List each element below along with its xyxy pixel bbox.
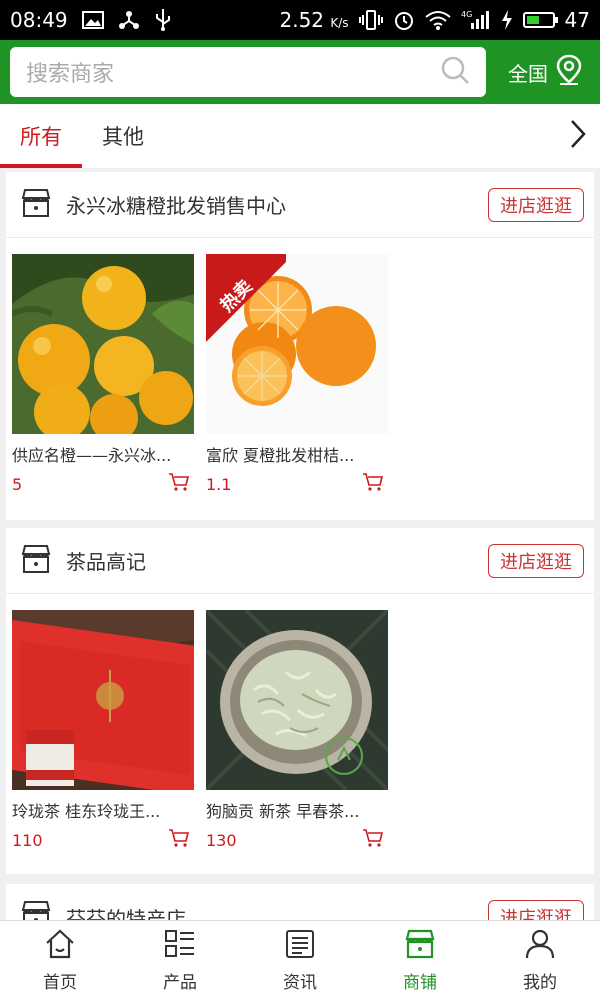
wifi-icon xyxy=(424,8,451,32)
product-image[interactable] xyxy=(206,610,388,790)
usb-icon xyxy=(154,8,172,32)
shop-header[interactable]: 茶品高记 进店逛逛 xyxy=(6,528,594,594)
store-icon xyxy=(20,899,52,920)
shop-header[interactable]: 永兴冰糖橙批发销售中心 进店逛逛 xyxy=(6,172,594,238)
product-title: 供应名橙——永兴冰... xyxy=(12,446,172,465)
product-card[interactable]: 狗脑贡 新茶 早春茶... 130 xyxy=(206,610,388,852)
nav-news-label: 资讯 xyxy=(283,972,317,993)
cart-icon[interactable] xyxy=(362,828,384,852)
product-list: 供应名橙——永兴冰... 5 热卖 富欣 夏橙批发柑桔... 1.1 xyxy=(6,238,594,496)
nav-profile[interactable]: 我的 xyxy=(480,921,600,1000)
alarm-icon xyxy=(393,8,415,32)
product-price: 130 xyxy=(206,830,237,850)
tab-all[interactable]: 所有 xyxy=(0,104,82,168)
nav-home[interactable]: 首页 xyxy=(0,921,120,1000)
shop-icon xyxy=(404,929,436,964)
svg-text:4G: 4G xyxy=(461,10,472,19)
store-icon xyxy=(20,543,52,579)
shop-card: 芬芬的特产店 进店逛逛 xyxy=(6,884,594,920)
vibrate-icon xyxy=(358,8,383,32)
charging-icon xyxy=(501,8,513,32)
shop-name: 茶品高记 xyxy=(66,550,146,574)
tab-other[interactable]: 其他 xyxy=(102,104,144,168)
location-pin-icon xyxy=(554,54,584,91)
product-card[interactable]: 供应名橙——永兴冰... 5 xyxy=(12,254,194,496)
search-box[interactable]: 搜索商家 xyxy=(10,47,486,97)
share-icon xyxy=(118,8,140,32)
product-price: 5 xyxy=(12,474,23,494)
status-bar: 08:49 2.52 K/s 4G 47 xyxy=(0,0,600,40)
image-icon xyxy=(81,8,104,32)
home-icon xyxy=(44,929,76,964)
network-speed: 2.52 K/s xyxy=(279,8,349,32)
chevron-right-icon[interactable] xyxy=(568,118,588,154)
bottom-nav: 首页 产品 资讯 商铺 我的 xyxy=(0,920,600,1000)
product-title: 狗脑贡 新茶 早春茶... xyxy=(206,802,360,821)
news-icon xyxy=(284,929,316,964)
product-list: 玲珑茶 桂东玲珑王... 110 狗脑贡 新茶 早春茶... 130 xyxy=(6,594,594,852)
product-list-icon xyxy=(164,929,196,964)
product-price: 1.1 xyxy=(206,474,232,494)
nav-profile-label: 我的 xyxy=(523,972,557,993)
product-card[interactable]: 玲珑茶 桂东玲珑王... 110 xyxy=(12,610,194,852)
nav-shops[interactable]: 商铺 xyxy=(360,921,480,1000)
cart-icon[interactable] xyxy=(168,472,190,496)
shop-list: 永兴冰糖橙批发销售中心 进店逛逛 供应名橙——永兴冰... 5 热卖 富欣 夏橙… xyxy=(0,168,600,920)
search-input[interactable]: 搜索商家 xyxy=(26,56,440,88)
battery-icon xyxy=(522,12,558,28)
header: 搜索商家 全国 xyxy=(0,40,600,104)
shop-card: 永兴冰糖橙批发销售中心 进店逛逛 供应名橙——永兴冰... 5 热卖 富欣 夏橙… xyxy=(6,172,594,520)
product-card[interactable]: 热卖 富欣 夏橙批发柑桔... 1.1 xyxy=(206,254,388,496)
region-selector[interactable]: 全国 xyxy=(508,54,590,91)
nav-products-label: 产品 xyxy=(163,972,197,993)
category-tabs: 所有 其他 xyxy=(0,104,600,168)
shop-card: 茶品高记 进店逛逛 玲珑茶 桂东玲珑王... 110 狗脑贡 新茶 早春茶...… xyxy=(6,528,594,874)
battery-level: 47 xyxy=(564,8,590,32)
visit-shop-button[interactable]: 进店逛逛 xyxy=(488,900,584,920)
nav-news[interactable]: 资讯 xyxy=(240,921,360,1000)
clock: 08:49 xyxy=(10,8,68,32)
cart-icon[interactable] xyxy=(362,472,384,496)
profile-icon xyxy=(524,929,556,964)
nav-home-label: 首页 xyxy=(43,972,77,993)
product-image[interactable]: 热卖 xyxy=(206,254,388,434)
cart-icon[interactable] xyxy=(168,828,190,852)
product-image[interactable] xyxy=(12,610,194,790)
visit-shop-button[interactable]: 进店逛逛 xyxy=(488,543,584,578)
nav-shops-label: 商铺 xyxy=(403,972,437,993)
product-image[interactable] xyxy=(12,254,194,434)
region-label: 全国 xyxy=(508,61,548,86)
search-icon[interactable] xyxy=(440,55,470,89)
shop-name: 芬芬的特产店 xyxy=(66,906,186,921)
store-icon xyxy=(20,187,52,223)
nav-products[interactable]: 产品 xyxy=(120,921,240,1000)
visit-shop-button[interactable]: 进店逛逛 xyxy=(488,187,584,222)
shop-header[interactable]: 芬芬的特产店 进店逛逛 xyxy=(6,884,594,920)
product-title: 玲珑茶 桂东玲珑王... xyxy=(12,802,161,821)
signal-icon: 4G xyxy=(461,8,491,32)
product-title: 富欣 夏橙批发柑桔... xyxy=(206,446,355,465)
product-price: 110 xyxy=(12,830,43,850)
shop-name: 永兴冰糖橙批发销售中心 xyxy=(66,194,286,218)
